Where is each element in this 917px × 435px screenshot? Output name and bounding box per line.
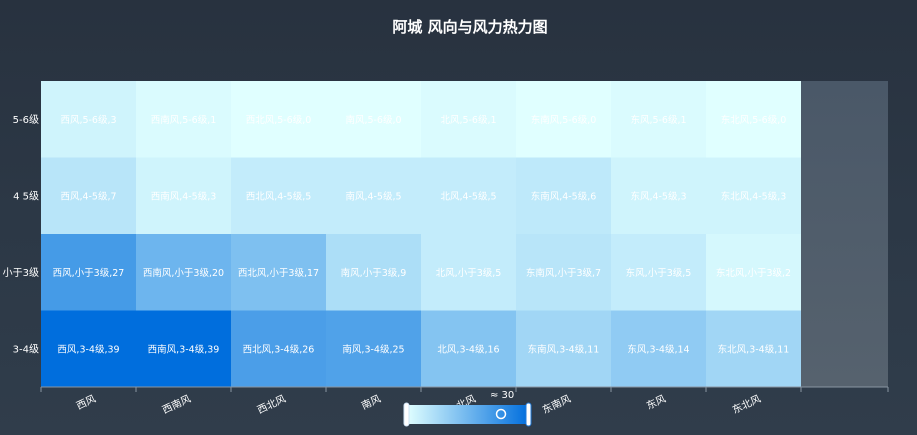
heatmap-cells: 西风,5-6级,3 西南风,5-6级,1 西北风,5-6级,0 南风,5-6级,0 北风…	[41, 81, 801, 387]
heatmap-cell-label: 北风,5-6级,1	[440, 114, 496, 126]
chart-title: 阿城 风向与风力热力图	[392, 18, 547, 36]
heatmap-cell-label: 西南风,5-6级,1	[151, 114, 217, 126]
visual-map-bar[interactable]	[407, 405, 529, 424]
x-tick-label: 西北风	[256, 393, 288, 417]
heatmap-cell-label: 北风,3-4级,16	[437, 343, 499, 355]
heatmap-cell-label: 东风,4-5级,3	[630, 190, 686, 202]
heatmap-cell-label: 西风,3-4级,39	[57, 343, 119, 355]
x-tick-label: 东北风	[730, 392, 763, 416]
heatmap-cell-label: 北风,小于3级,5	[436, 267, 502, 279]
heatmap-cell-label: 南风,4-5级,5	[345, 190, 401, 202]
heatmap-cell-label: 西南风,小于3级,20	[143, 267, 224, 279]
heatmap-cell-label: 西北风,3-4级,26	[243, 343, 315, 355]
heatmap-cell-label: 东南风,4-5级,6	[531, 190, 597, 202]
x-tick-label: 西南风	[160, 392, 193, 416]
heatmap-cell-label: 南风,3-4级,25	[342, 343, 404, 355]
x-tick-label: 南风	[359, 392, 383, 412]
y-axis-labels: 3-4级 小于3级 4 5级 5-6级	[3, 114, 39, 356]
heatmap-cell-label: 东风,3-4级,14	[627, 343, 689, 355]
heatmap-cell-label: 西风,小于3级,27	[53, 267, 125, 279]
y-tick-label: 小于3级	[3, 267, 39, 279]
y-tick-label: 3-4级	[13, 343, 39, 355]
heatmap-cell-label: 西风,4-5级,7	[60, 190, 116, 202]
heatmap-cell-label: 东北风,3-4级,11	[718, 343, 790, 355]
x-tick-label: 东风	[644, 392, 668, 412]
y-tick-label: 5-6级	[13, 114, 39, 126]
heatmap-cell-label: 南风,5-6级,0	[345, 114, 401, 126]
heatmap-cell-label: 西南风,3-4级,39	[148, 343, 220, 355]
heatmap-cell-label: 南风,小于3级,9	[341, 267, 407, 279]
heatmap-cell-label: 西北风,小于3级,17	[238, 267, 319, 279]
heatmap-cell-label: 东北风,4-5级,3	[721, 190, 787, 202]
heatmap-cell-label: 西北风,4-5级,5	[246, 190, 312, 202]
heatmap-cell-label: 西南风,4-5级,3	[151, 190, 217, 202]
heatmap-cell-label: 东风,5-6级,1	[630, 114, 686, 126]
heatmap-chart: 阿城 风向与风力热力图 西风,5-6级,3 西南风,5-6级,1 西北风,5-6级,…	[3, 18, 889, 427]
heatmap-cell-label: 东北风,5-6级,0	[721, 114, 787, 126]
x-tick-label: 西风	[75, 393, 98, 412]
empty-column	[801, 81, 888, 387]
x-axis-ticks	[40, 387, 889, 392]
heatmap-cell-label: 东南风,5-6级,0	[531, 114, 597, 126]
heatmap-cell-label: 东南风,3-4级,11	[528, 343, 600, 355]
x-tick-label: 东南风	[540, 392, 573, 416]
heatmap-cell-label: 西风,5-6级,3	[60, 114, 116, 126]
y-tick-label: 4 5级	[13, 190, 39, 202]
visual-map-handle-left[interactable]	[403, 402, 410, 427]
heatmap-cell-label: 北风,4-5级,5	[440, 190, 496, 202]
heatmap-cell-label: 东南风,小于3级,7	[526, 267, 601, 279]
heatmap-cell-label: 东北风,小于3级,2	[716, 267, 791, 279]
visual-map-indicator-label: ≈ 30	[490, 390, 514, 401]
heatmap-cell-label: 东风,小于3级,5	[626, 267, 692, 279]
visual-map-handle-right[interactable]	[525, 402, 532, 427]
heatmap-cell-label: 西北风,5-6级,0	[246, 114, 312, 126]
